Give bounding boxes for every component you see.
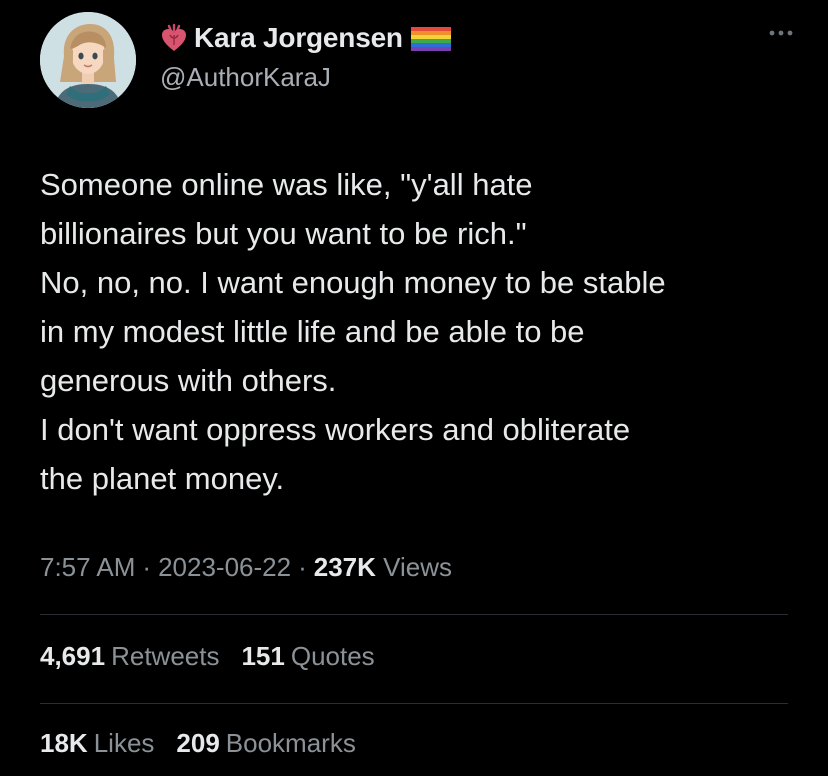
tweet-line: Someone online was like, "y'all hate — [40, 167, 533, 202]
tweet-text: Someone online was like, "y'all hate bil… — [40, 160, 800, 503]
retweets-count: 4,691 — [40, 641, 106, 671]
retweets-stat[interactable]: 4,691 Retweets — [40, 641, 219, 672]
tweet-line: generous with others. — [40, 363, 337, 398]
bookmarks-label: Bookmarks — [225, 728, 356, 758]
likes-label: Likes — [93, 728, 155, 758]
divider — [40, 614, 788, 615]
tweet-line: No, no, no. I want enough money to be st… — [40, 265, 666, 300]
quotes-stat[interactable]: 151 Quotes — [241, 641, 374, 672]
rainbow-flag-icon — [410, 27, 451, 51]
divider — [40, 703, 788, 704]
anatomical-heart-icon — [162, 23, 186, 51]
likes-count: 18K — [40, 728, 88, 758]
likes-stat[interactable]: 18K Likes — [40, 728, 154, 759]
quotes-count: 151 — [241, 641, 285, 671]
author-name-row[interactable]: Kara Jorgensen — [160, 20, 451, 56]
meta-separator: · — [298, 552, 307, 582]
retweet-quote-stats: 4,691 Retweets 151 Quotes — [40, 641, 375, 672]
views-label: Views — [383, 552, 453, 582]
tweet-date[interactable]: 2023-06-22 — [158, 552, 291, 582]
author-handle[interactable]: @AuthorKaraJ — [160, 62, 331, 93]
tweet-line: the planet money. — [40, 461, 285, 496]
meta-separator: · — [142, 552, 152, 582]
bookmarks-count: 209 — [176, 728, 220, 758]
author-display-name[interactable]: Kara Jorgensen — [194, 22, 403, 54]
tweet-line: in my modest little life and be able to … — [40, 314, 585, 349]
bookmarks-stat[interactable]: 209 Bookmarks — [176, 728, 355, 759]
views-count: 237K — [313, 552, 376, 582]
tweet-time[interactable]: 7:57 AM — [40, 552, 135, 582]
tweet-line: I don't want oppress workers and obliter… — [40, 412, 631, 447]
quotes-label: Quotes — [290, 641, 375, 671]
avatar-portrait-image — [40, 12, 136, 108]
avatar[interactable] — [40, 12, 136, 108]
tweet-line: billionaires but you want to be rich." — [40, 216, 527, 251]
likes-bookmarks-stats: 18K Likes 209 Bookmarks — [40, 728, 356, 759]
retweets-label: Retweets — [111, 641, 220, 671]
tweet-meta: 7:57 AM · 2023-06-22 · 237K Views — [40, 552, 452, 583]
more-options-icon[interactable] — [768, 28, 794, 38]
